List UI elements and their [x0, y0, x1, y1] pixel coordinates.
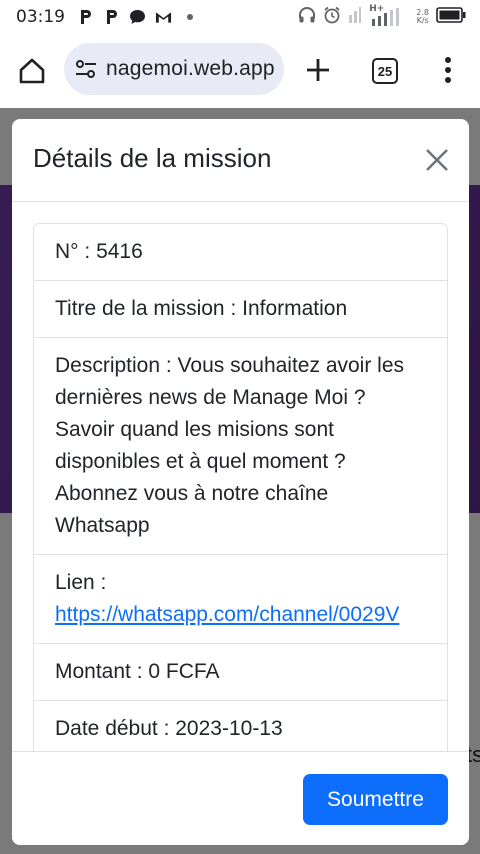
modal-footer: Soumettre [12, 751, 469, 845]
status-bar: 03:19 H+ 2.8 K/s [0, 0, 480, 34]
new-tab-icon[interactable] [303, 55, 333, 85]
site-settings-icon[interactable] [74, 57, 98, 81]
url-text[interactable]: nagemoi.web.app [106, 57, 275, 81]
alarm-icon [323, 6, 341, 28]
chat-bubble-icon [129, 9, 146, 26]
modal-body: N° : 5416 Titre de la mission : Informat… [12, 203, 469, 751]
home-icon[interactable] [16, 55, 48, 87]
mission-title: Titre de la mission : Information [34, 281, 447, 338]
gmail-icon [155, 9, 172, 26]
signal-sim2-icon: H+ [369, 4, 409, 27]
address-bar[interactable]: nagemoi.web.app [64, 43, 284, 95]
mission-details-modal: Détails de la mission N° : 5416 Titre de… [12, 119, 469, 845]
modal-title: Détails de la mission [33, 143, 272, 173]
tab-switcher-button[interactable]: 25 [372, 58, 398, 84]
network-type-label: H+ [369, 4, 385, 14]
browser-toolbar: nagemoi.web.app 25 [0, 34, 480, 108]
link-label: Lien : [55, 571, 107, 594]
mission-start-date: Date début : 2023-10-13 [34, 701, 447, 751]
submit-button[interactable]: Soumettre [303, 774, 448, 825]
mission-description: Description : Vous souhaitez avoir les d… [34, 338, 447, 555]
mission-link: Lien : https://whatsapp.com/channel/0029… [34, 555, 447, 644]
mission-number: N° : 5416 [34, 224, 447, 281]
close-icon[interactable] [422, 145, 452, 175]
dot-icon [181, 9, 198, 26]
signal-sim1-icon [348, 6, 362, 28]
overflow-menu-icon[interactable] [437, 54, 459, 86]
net-speed: 2.8 K/s [416, 8, 429, 25]
mission-details-list: N° : 5416 Titre de la mission : Informat… [33, 223, 448, 751]
p-app-icon [103, 9, 120, 26]
status-time: 03:19 [16, 7, 65, 27]
notification-icons [77, 9, 198, 26]
battery-icon [436, 7, 466, 27]
system-status-icons: H+ 2.8 K/s [298, 4, 466, 28]
modal-header: Détails de la mission [12, 119, 469, 202]
headphones-icon [298, 6, 316, 28]
p-app-icon [77, 9, 94, 26]
mission-amount: Montant : 0 FCFA [34, 644, 447, 701]
whatsapp-channel-link[interactable]: https://whatsapp.com/channel/0029V [55, 599, 426, 631]
